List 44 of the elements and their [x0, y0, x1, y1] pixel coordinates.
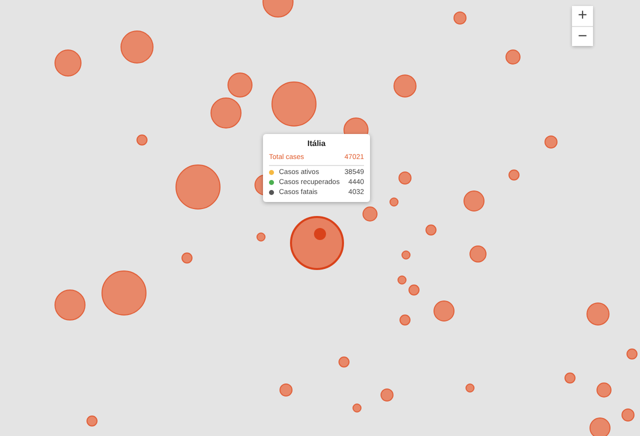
case-bubble[interactable]: [506, 50, 520, 64]
case-bubble[interactable]: [398, 276, 406, 284]
case-bubble[interactable]: [136, 134, 148, 146]
case-bubble[interactable]: [400, 314, 410, 326]
case-bubble[interactable]: [564, 372, 576, 384]
case-bubble[interactable]: [394, 74, 416, 98]
case-bubble[interactable]: [398, 172, 412, 184]
case-bubble[interactable]: [402, 250, 410, 260]
case-bubble[interactable]: [380, 388, 394, 402]
case-bubble[interactable]: [596, 382, 612, 398]
case-bubble[interactable]: [470, 246, 486, 262]
case-bubble[interactable]: [622, 408, 634, 422]
case-bubble[interactable]: [590, 418, 610, 436]
case-bubble[interactable]: [210, 98, 242, 128]
case-bubble[interactable]: [508, 170, 520, 180]
case-bubble[interactable]: [54, 290, 86, 320]
case-bubble[interactable]: [102, 270, 146, 316]
case-bubble[interactable]: [626, 348, 638, 360]
case-bubble[interactable]: [352, 404, 362, 412]
case-bubble[interactable]: [338, 356, 350, 368]
case-bubble[interactable]: [362, 206, 378, 222]
case-bubble[interactable]: [390, 198, 398, 206]
case-bubble[interactable]: [120, 30, 154, 64]
case-bubble[interactable]: [54, 50, 82, 76]
case-bubble[interactable]: [176, 164, 220, 210]
case-bubble[interactable]: [426, 224, 436, 236]
case-bubble[interactable]: [454, 12, 466, 24]
case-bubble[interactable]: [272, 82, 316, 126]
zoom-in-button[interactable]: +: [572, 6, 593, 26]
case-bubble[interactable]: [280, 384, 292, 396]
case-bubble[interactable]: [262, 0, 294, 18]
case-bubble[interactable]: [408, 284, 420, 296]
case-bubble[interactable]: [466, 384, 474, 392]
case-bubble[interactable]: [228, 72, 252, 98]
case-bubble[interactable]: [256, 232, 266, 242]
case-bubble[interactable]: [464, 190, 484, 212]
zoom-out-button[interactable]: −: [572, 26, 593, 46]
case-bubble[interactable]: [86, 416, 98, 426]
case-bubble[interactable]: [182, 252, 192, 264]
case-bubble[interactable]: [586, 302, 610, 326]
selected-bubble[interactable]: [290, 216, 344, 270]
case-bubble[interactable]: [544, 136, 558, 148]
case-bubble[interactable]: [434, 300, 454, 322]
tooltip-title: Itália: [306, 139, 327, 148]
